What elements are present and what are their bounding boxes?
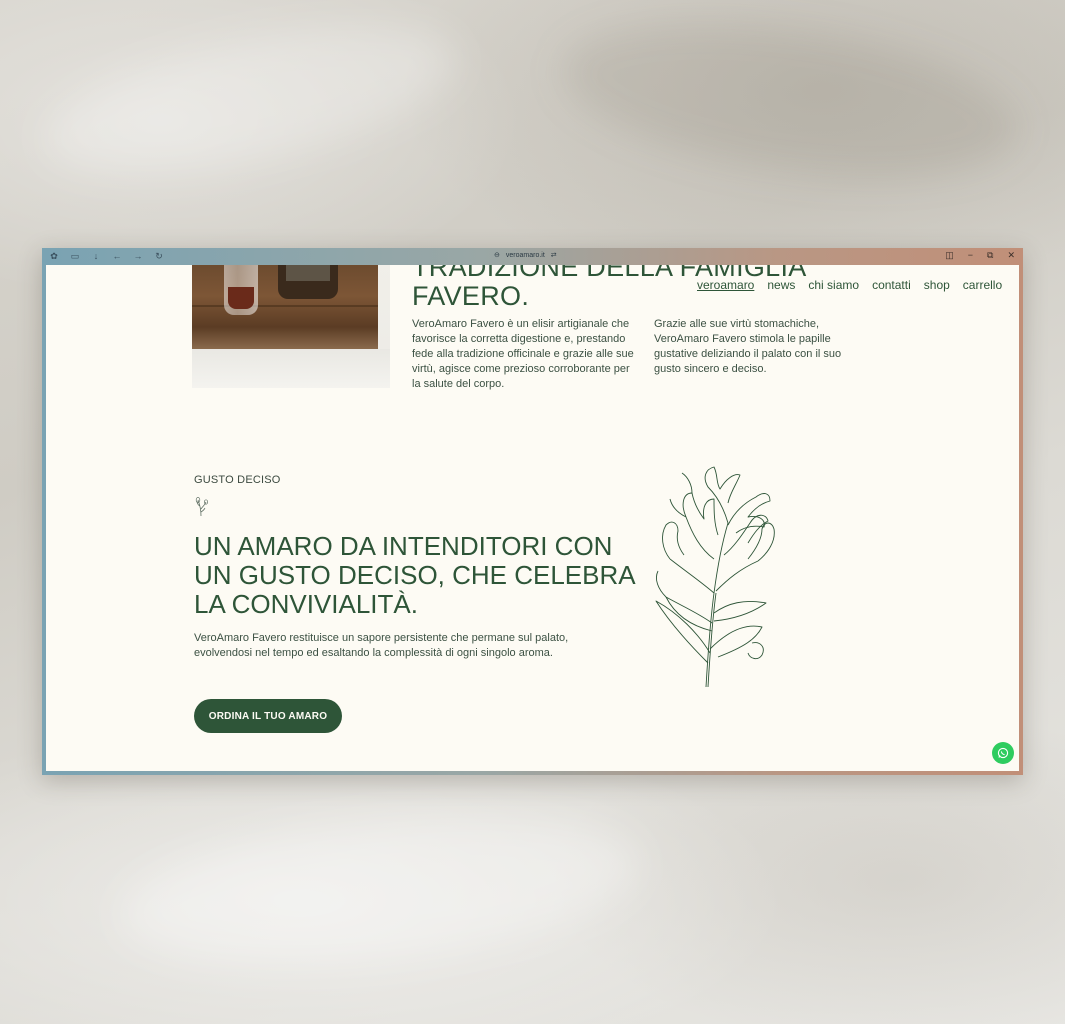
close-icon[interactable]: ✕ [1007,250,1015,261]
forward-icon[interactable]: → [132,250,144,262]
bottle [278,265,338,299]
product-photo [192,265,390,388]
cloth-shadow [552,0,1028,202]
browser-window: ✿ ▭ ↓ ← → ↻ ⊖ veroamaro.it ⇄ ◫ − ⧉ ✕ TRA… [42,248,1023,775]
glass [224,265,258,315]
nav-item-news[interactable]: news [767,278,795,292]
browser-titlebar: ✿ ▭ ↓ ← → ↻ ⊖ veroamaro.it ⇄ ◫ − ⧉ ✕ [42,248,1023,265]
nav-item-chi-siamo[interactable]: chi siamo [808,278,859,292]
nav-item-contatti[interactable]: contatti [872,278,911,292]
section-eyebrow: GUSTO DECISO [194,474,281,486]
gentian-flower-illustration [655,466,775,688]
hero-paragraph-1: VeroAmaro Favero è un elisir artigianale… [412,318,634,390]
nav-item-shop[interactable]: shop [924,278,950,292]
cloth-shadow [114,793,646,987]
minimize-icon[interactable]: − [968,250,973,261]
hero-title-line2: FAVERO. [412,281,530,311]
back-icon[interactable]: ← [111,250,123,262]
order-button[interactable]: ORDINA IL TUO AMARO [194,699,342,733]
web-page: TRADIZIONE DELLA FAMIGLIA FAVERO. veroama… [46,265,1019,771]
section-heading: UN AMARO DA INTENDITORI CON UN GUSTO DEC… [194,531,635,619]
extensions-icon[interactable]: ✿ [48,250,60,262]
download-icon[interactable]: ↓ [90,250,102,262]
sidebar-icon[interactable]: ◫ [945,250,954,261]
tabs-icon[interactable]: ▭ [69,250,81,262]
whatsapp-icon [997,747,1009,759]
address-bar[interactable]: ⊖ veroamaro.it ⇄ [494,251,557,260]
main-nav: veroamaro news chi siamo contatti shop c… [697,278,1002,292]
nav-item-carrello[interactable]: carrello [963,278,1002,292]
nav-item-veroamaro[interactable]: veroamaro [697,278,754,292]
restore-icon[interactable]: ⧉ [987,250,993,261]
section-body: VeroAmaro Favero restituisce un sapore p… [194,632,569,659]
share-icon[interactable]: ⇄ [551,251,557,259]
cloth-highlight [32,0,468,203]
linen-cloth [192,349,390,388]
whatsapp-button[interactable] [992,742,1014,764]
url-text: veroamaro.it [505,251,545,259]
reload-icon[interactable]: ↻ [153,250,165,262]
sprig-icon [195,497,208,517]
lock-icon: ⊖ [494,252,500,259]
hero-paragraph-2: Grazie alle sue virtù stomachiche, VeroA… [654,318,842,375]
